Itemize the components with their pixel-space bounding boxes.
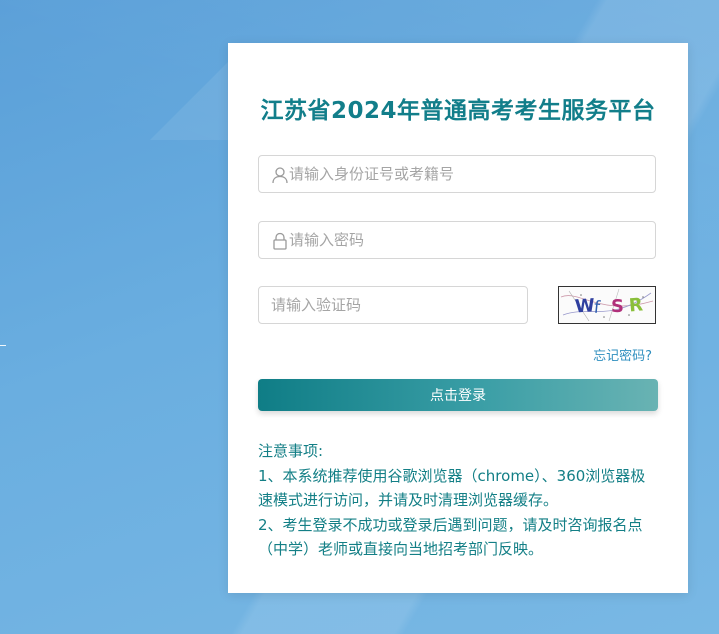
- page-title: 江苏省2024年普通高考考生服务平台: [260, 98, 656, 124]
- password-input[interactable]: [289, 222, 649, 258]
- notice-section: 注意事项: 1、本系统推荐使用谷歌浏览器（chrome）、360浏览器极速模式进…: [258, 439, 660, 562]
- notice-item: 1、本系统推荐使用谷歌浏览器（chrome）、360浏览器极速模式进行访问，并请…: [258, 466, 646, 510]
- captcha-field[interactable]: [258, 286, 528, 324]
- lock-icon: [271, 232, 289, 250]
- captcha-image[interactable]: W f S R: [558, 286, 656, 324]
- svg-text:S: S: [611, 296, 624, 317]
- svg-text:f: f: [593, 298, 602, 319]
- captcha-input[interactable]: [271, 287, 521, 323]
- svg-text:R: R: [628, 294, 644, 316]
- background-mark: [0, 345, 6, 346]
- login-card: 江苏省2024年普通高考考生服务平台 请输入身份证号或考籍号 请输入验证码 W …: [228, 43, 688, 593]
- id-input[interactable]: [289, 156, 649, 192]
- notice-item: 2、考生登录不成功或登录后遇到问题，请及时咨询报名点（中学）老师或直接向当地招考…: [258, 515, 643, 559]
- forgot-password-link[interactable]: 忘记密码?: [593, 345, 652, 364]
- login-button[interactable]: 点击登录: [258, 379, 658, 411]
- id-field[interactable]: [258, 155, 656, 193]
- password-field[interactable]: [258, 221, 656, 259]
- background-shape: [150, 60, 230, 140]
- user-icon: [271, 166, 289, 184]
- notice-heading: 注意事项:: [258, 442, 324, 460]
